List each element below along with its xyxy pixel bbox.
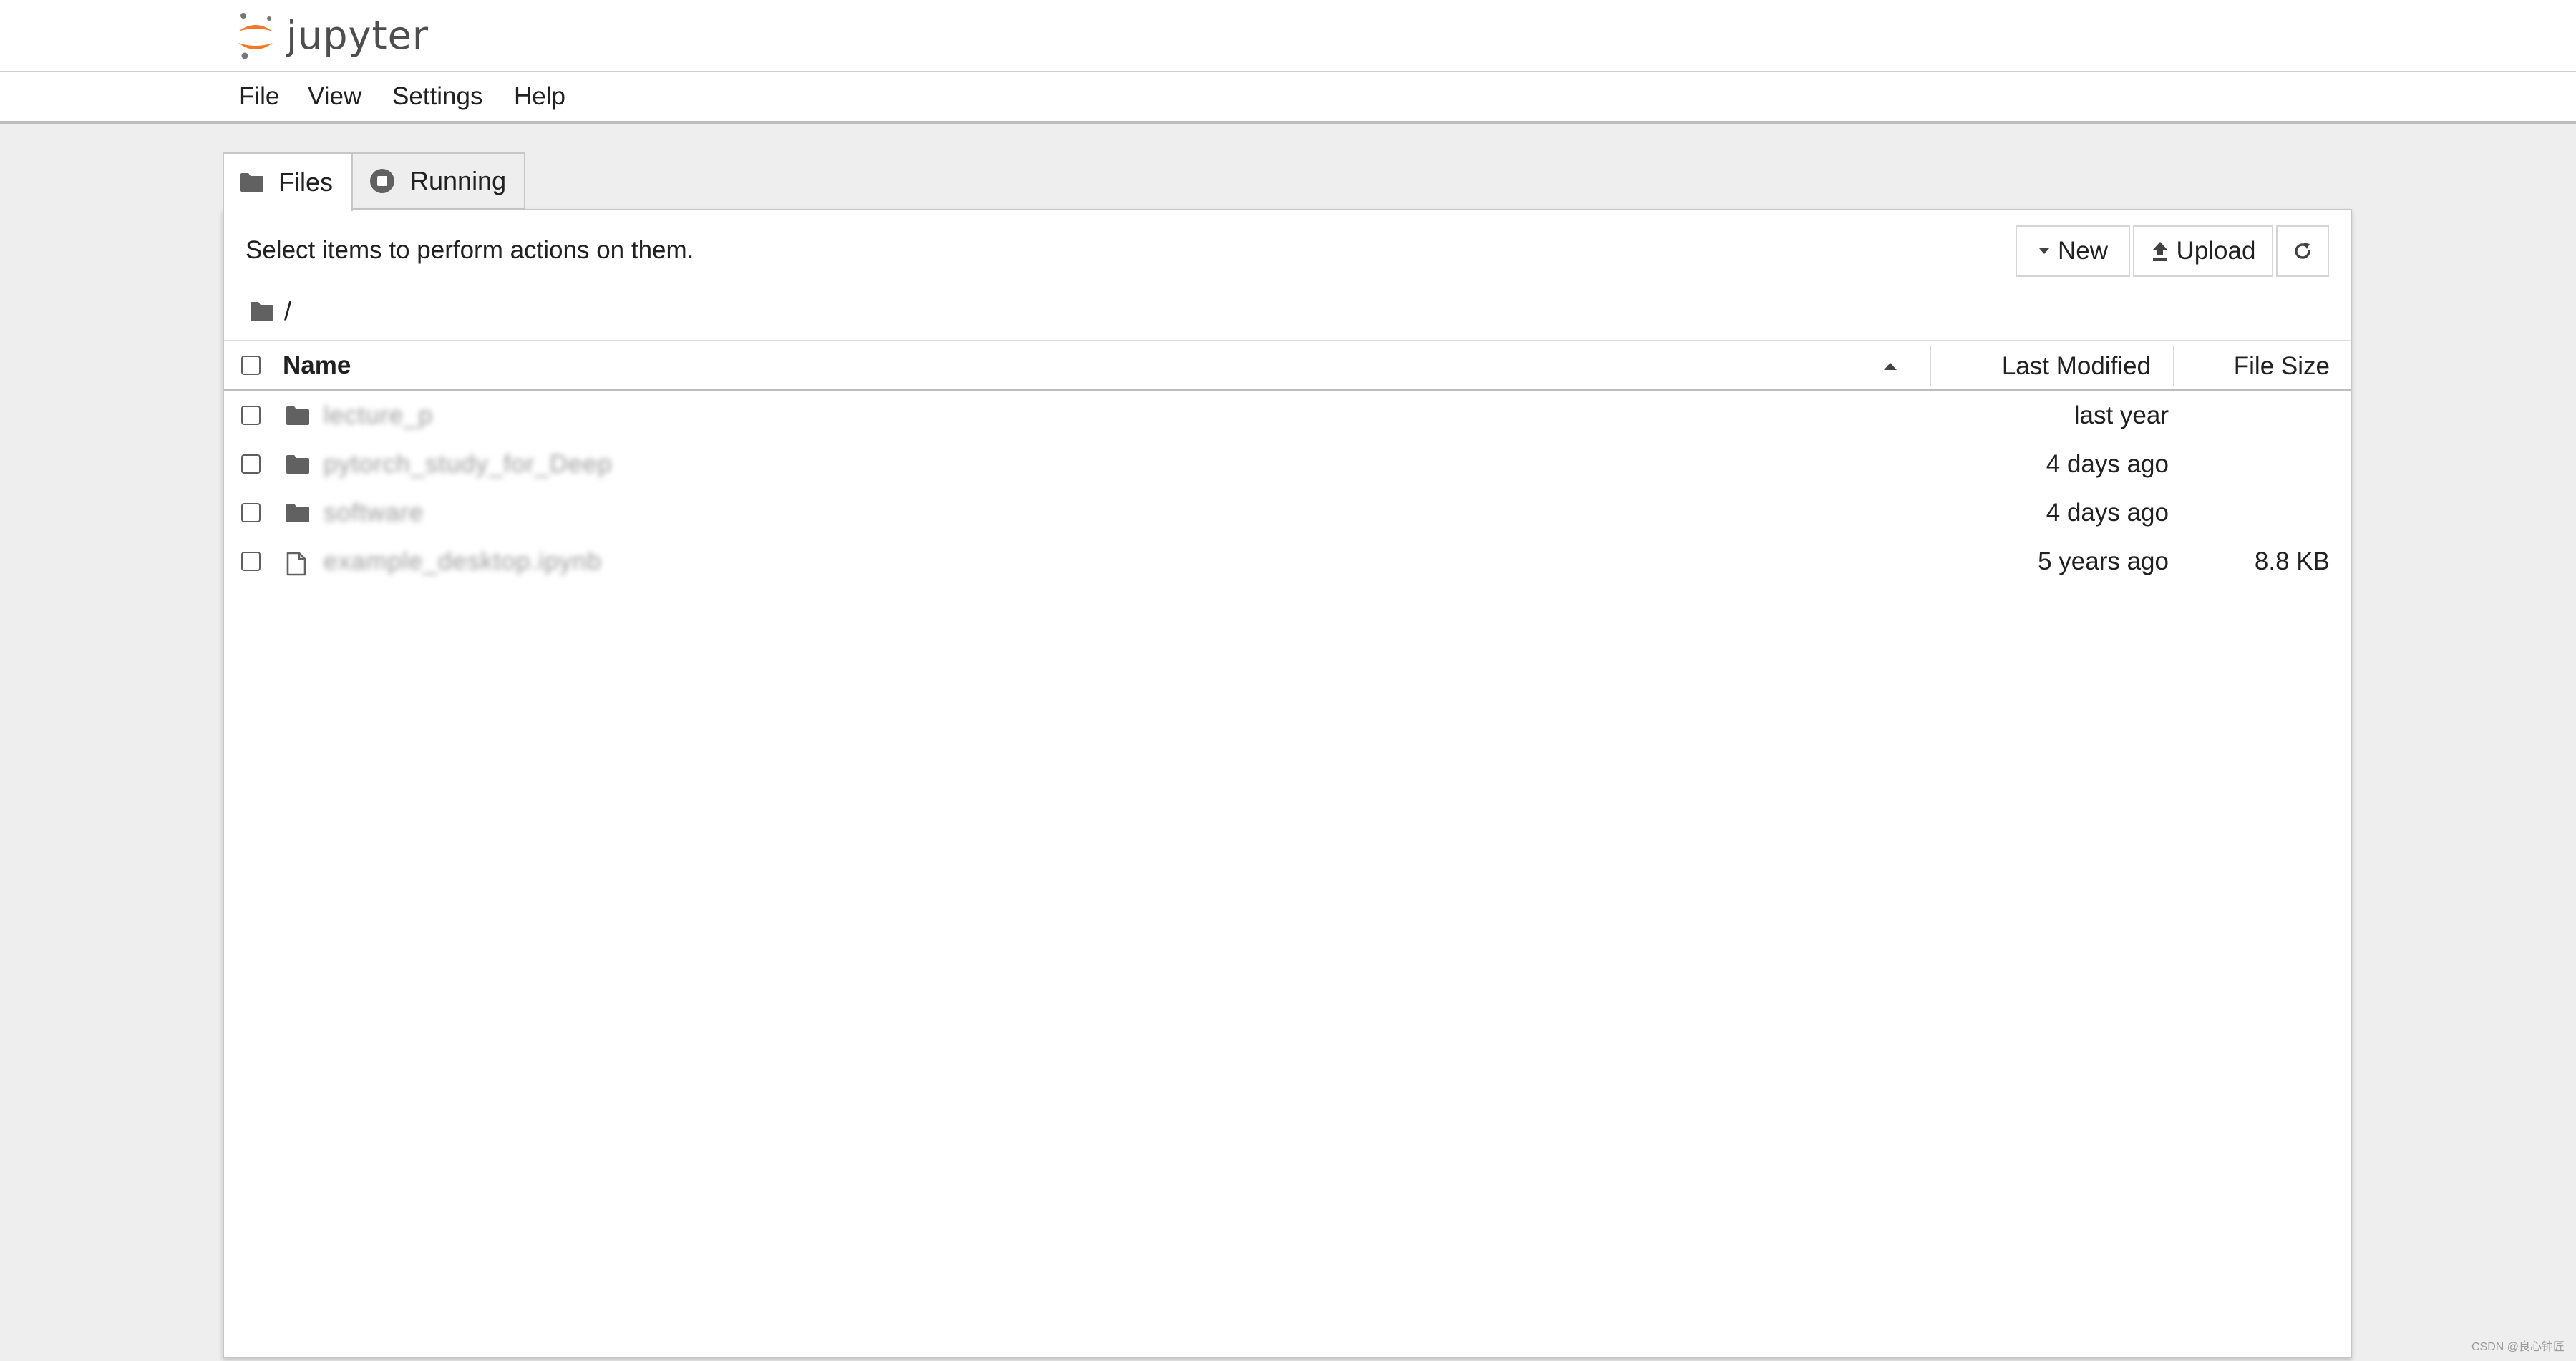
menu-settings[interactable]: Settings bbox=[392, 72, 482, 121]
last-modified: 4 days ago bbox=[2046, 450, 2169, 478]
sort-ascending-icon[interactable] bbox=[1882, 361, 1898, 375]
upload-button[interactable]: Upload bbox=[2133, 225, 2273, 277]
menu-help[interactable]: Help bbox=[514, 72, 565, 121]
new-button-label: New bbox=[2057, 237, 2109, 265]
folder-icon bbox=[286, 406, 310, 426]
file-icon bbox=[286, 552, 307, 576]
jupyter-logo[interactable]: jupyter bbox=[235, 9, 429, 63]
column-header-name[interactable]: Name bbox=[283, 341, 351, 390]
menu-file[interactable]: File bbox=[239, 72, 279, 121]
list-item[interactable]: lecture_p last year bbox=[224, 391, 2351, 440]
upload-icon bbox=[2151, 240, 2169, 262]
row-checkbox[interactable] bbox=[241, 454, 261, 474]
select-all-checkbox[interactable] bbox=[241, 356, 261, 375]
tab-files[interactable]: Files bbox=[223, 152, 353, 211]
row-checkbox[interactable] bbox=[241, 503, 261, 522]
instructions-text: Select items to perform actions on them. bbox=[246, 236, 694, 264]
list-item[interactable]: example_desktop.ipynb 5 years ago 8.8 KB bbox=[224, 537, 2351, 586]
folder-icon bbox=[240, 172, 264, 192]
jupyter-logo-icon bbox=[238, 13, 273, 59]
file-name[interactable]: lecture_p bbox=[324, 391, 433, 440]
file-name[interactable]: software bbox=[324, 489, 424, 537]
folder-icon[interactable] bbox=[250, 301, 274, 321]
column-header-file-size[interactable]: File Size bbox=[2234, 341, 2330, 390]
refresh-button[interactable] bbox=[2276, 225, 2329, 277]
breadcrumb-path[interactable]: / bbox=[284, 296, 291, 326]
file-browser-panel: Select items to perform actions on them.… bbox=[223, 209, 2352, 1358]
menu-bar: File View Settings Help bbox=[0, 72, 2576, 124]
last-modified: 5 years ago bbox=[2038, 547, 2169, 575]
list-item[interactable]: software 4 days ago bbox=[224, 489, 2351, 537]
column-divider[interactable] bbox=[2173, 346, 2174, 386]
watermark: CSDN @良心钟匠 bbox=[2471, 1341, 2565, 1353]
menu-view[interactable]: View bbox=[308, 72, 361, 121]
new-button[interactable]: New bbox=[2016, 225, 2130, 277]
column-header-last-modified[interactable]: Last Modified bbox=[2002, 341, 2151, 390]
upload-button-label: Upload bbox=[2176, 237, 2256, 265]
breadcrumb: / bbox=[250, 293, 291, 329]
logo-text: jupyter bbox=[286, 13, 429, 58]
list-header: Name Last Modified File Size bbox=[224, 340, 2351, 391]
column-divider[interactable] bbox=[1930, 346, 1931, 386]
file-name[interactable]: pytorch_study_for_Deep bbox=[324, 440, 612, 489]
stop-circle-icon bbox=[369, 167, 396, 195]
top-bar: jupyter bbox=[0, 0, 2576, 72]
refresh-icon bbox=[2292, 240, 2313, 262]
folder-icon bbox=[286, 454, 310, 474]
file-name[interactable]: example_desktop.ipynb bbox=[324, 537, 602, 586]
row-checkbox[interactable] bbox=[241, 552, 261, 571]
file-size: 8.8 KB bbox=[2254, 547, 2330, 575]
tab-running-label: Running bbox=[410, 166, 507, 195]
row-checkbox[interactable] bbox=[241, 406, 261, 425]
tab-files-label: Files bbox=[278, 167, 334, 197]
last-modified: last year bbox=[2074, 401, 2169, 429]
caret-down-icon bbox=[2038, 247, 2051, 255]
list-item[interactable]: pytorch_study_for_Deep 4 days ago bbox=[224, 440, 2351, 489]
folder-icon bbox=[286, 503, 310, 523]
tab-running[interactable]: Running bbox=[351, 152, 525, 210]
last-modified: 4 days ago bbox=[2046, 499, 2169, 527]
